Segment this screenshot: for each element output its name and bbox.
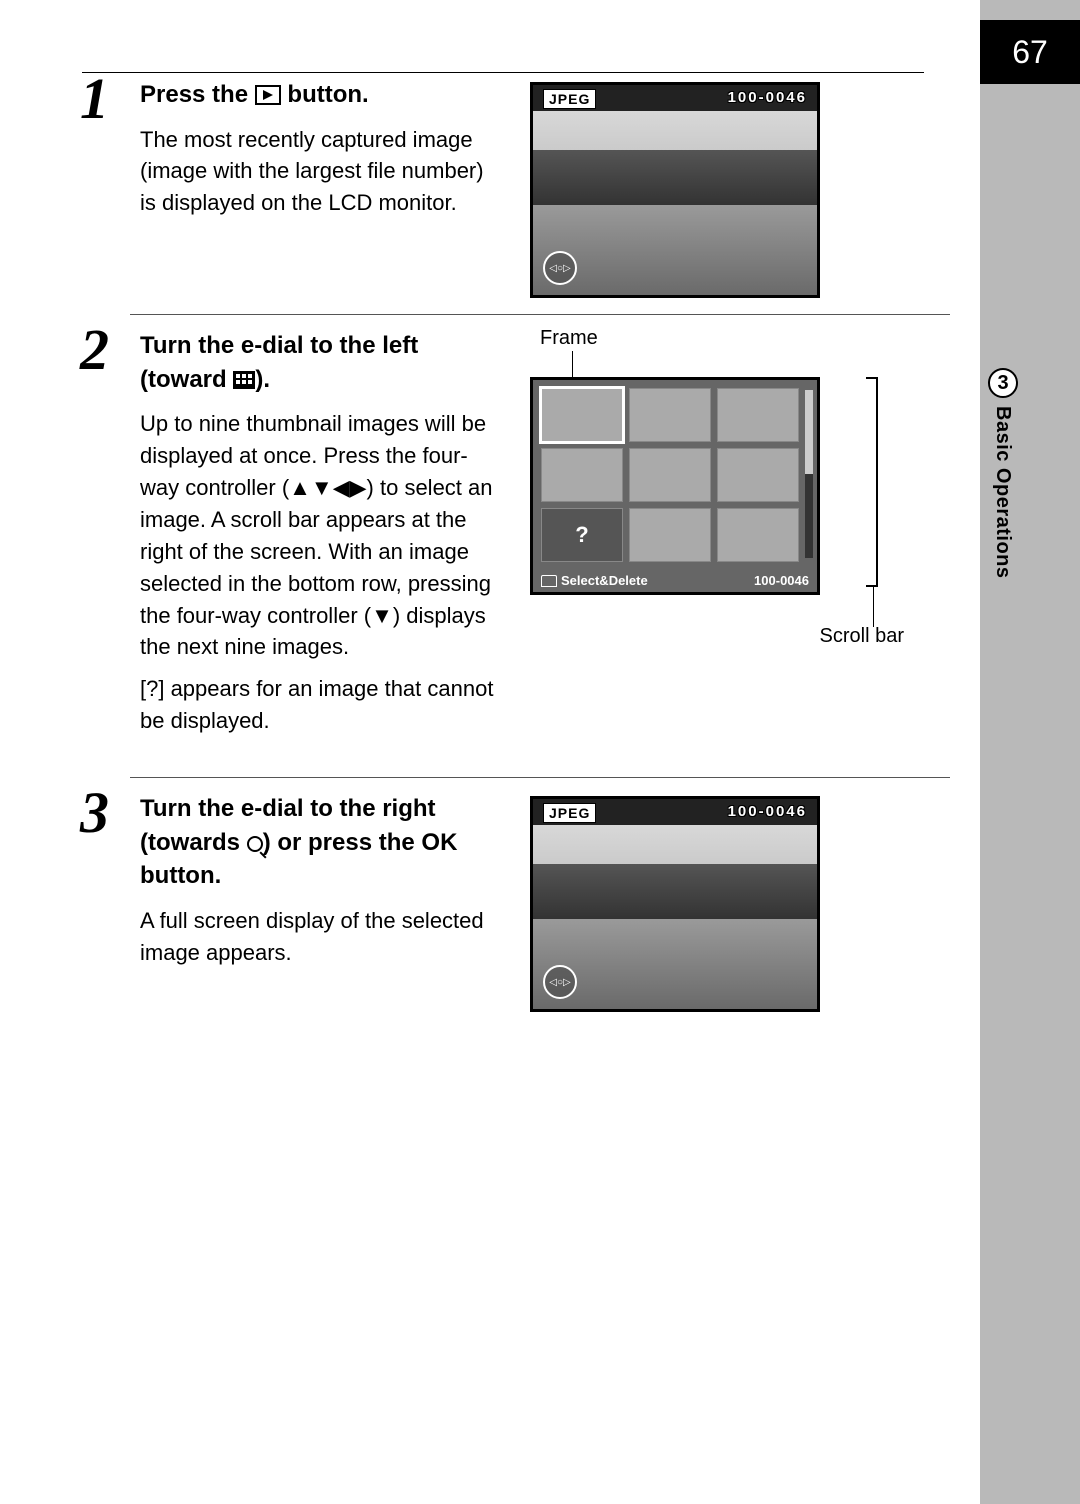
lcd1-format: JPEG [543, 89, 596, 109]
thumb-7-unknown: ? [541, 508, 623, 562]
section-number-circle: 3 [988, 368, 1018, 398]
grid-scrollbar-track [805, 390, 813, 558]
step-number-1: 1 [80, 70, 109, 128]
step-number-2: 2 [80, 321, 109, 379]
step-2-body-1: Up to nine thumbnail images will be disp… [140, 408, 500, 663]
select-delete-text: Select&Delete [561, 573, 648, 588]
step-3-body: A full screen display of the selected im… [140, 905, 500, 969]
side-margin-bar [980, 0, 1080, 1504]
step-2: 2 Turn the e-dial to the left (toward ).… [80, 329, 950, 747]
section-number: 3 [997, 372, 1008, 395]
step-1-body: The most recently captured image (image … [140, 124, 500, 220]
lcd-preview-3: JPEG 100-0046 [530, 796, 820, 1012]
step-3-figure: JPEG 100-0046 [530, 792, 860, 1012]
frame-annotation: Frame [540, 327, 598, 350]
step-3-title-after: button. [140, 862, 221, 889]
thumb-3 [717, 388, 799, 442]
section-label-text: Basic Operations [992, 406, 1014, 579]
divider-2 [130, 777, 950, 778]
step-2-title-before: Turn the e-dial to the left (toward [140, 332, 418, 393]
divider-1 [130, 314, 950, 315]
playback-icon [255, 85, 281, 105]
trash-icon [541, 575, 557, 587]
grid-scrollbar-thumb [805, 390, 813, 474]
thumb-4 [541, 448, 623, 502]
lcd-thumbnail-grid: ? Select&Delete 100-0046 [530, 377, 820, 595]
scrollbar-annotation: Scroll bar [820, 625, 904, 648]
step-1-text-col: Press the button. The most recently capt… [80, 78, 500, 298]
nav-indicator-icon-3 [543, 965, 577, 999]
magnify-icon [247, 836, 263, 852]
content-area: 1 Press the button. The most recently ca… [80, 60, 950, 1022]
step-3-text-col: Turn the e-dial to the right (towards ) … [80, 792, 500, 1012]
manual-page: 67 3 Basic Operations 1 Press the button… [0, 0, 1080, 1504]
step-1-figure: JPEG 100-0046 [530, 78, 860, 298]
lcd1-file-number: 100-0046 [728, 89, 807, 109]
lcd-preview-1: JPEG 100-0046 [530, 82, 820, 298]
step-1: 1 Press the button. The most recently ca… [80, 78, 950, 298]
thumb-8 [629, 508, 711, 562]
question-mark: ? [575, 522, 588, 548]
thumb-9 [717, 508, 799, 562]
step-2-body-2: [?] appears for an image that cannot be … [140, 673, 500, 737]
lcd3-format: JPEG [543, 803, 596, 823]
page-number: 67 [980, 20, 1080, 84]
scrollbar-bracket [866, 377, 878, 587]
lcd3-file-number: 100-0046 [728, 803, 807, 823]
thumb-5 [629, 448, 711, 502]
thumb-1-selected [541, 388, 623, 442]
thumbnail-grid-icon [233, 371, 255, 389]
page-number-text: 67 [1012, 34, 1048, 71]
step-2-text-col: Turn the e-dial to the left (toward ). U… [80, 329, 500, 747]
scroll-pointer [873, 587, 874, 627]
ok-button-label: OK [421, 829, 457, 856]
step-2-figure: Frame ? [530, 329, 860, 747]
step-3-title: Turn the e-dial to the right (towards ) … [140, 792, 500, 893]
step-3: 3 Turn the e-dial to the right (towards … [80, 792, 950, 1012]
frame-pointer [572, 351, 573, 377]
step-2-title-after: ). [255, 366, 270, 393]
section-label: Basic Operations [988, 406, 1014, 626]
nav-indicator-icon [543, 251, 577, 285]
step-3-title-mid: ) or press the [263, 829, 422, 856]
grid-file-number: 100-0046 [754, 573, 809, 588]
step-number-3: 3 [80, 784, 109, 842]
thumb-6 [717, 448, 799, 502]
step-2-title: Turn the e-dial to the left (toward ). [140, 329, 500, 396]
select-delete-label: Select&Delete [541, 573, 648, 588]
thumb-2 [629, 388, 711, 442]
step-1-title-after: button. [287, 81, 368, 108]
step-1-title: Press the button. [140, 78, 500, 112]
step-1-title-before: Press the [140, 81, 255, 108]
